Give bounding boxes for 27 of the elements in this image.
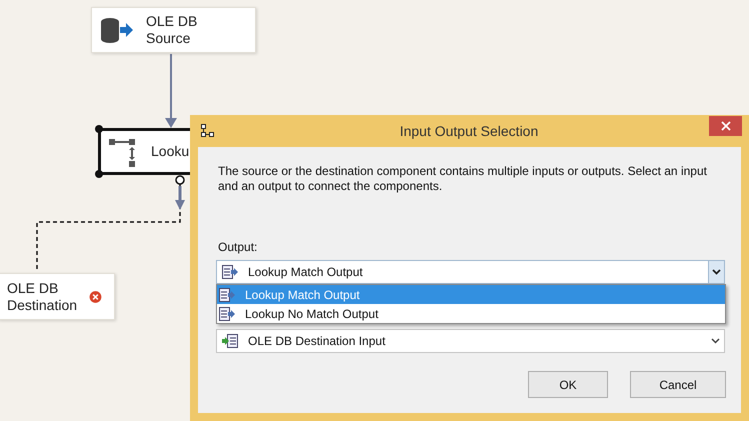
resize-handle[interactable] — [95, 125, 103, 133]
dialog-button[interactable]: OK — [528, 371, 608, 398]
dialog-button[interactable]: Cancel — [630, 371, 726, 398]
output-icon — [219, 306, 235, 320]
dialog-icon — [201, 124, 215, 138]
chevron-icon — [711, 338, 720, 344]
resize-handle[interactable] — [95, 170, 103, 178]
database-arrow-icon — [100, 17, 134, 43]
input-icon — [222, 334, 238, 348]
component-node[interactable]: OLE DB Source — [91, 7, 256, 53]
dialog-title: Input Output Selection — [398, 123, 540, 139]
close-button[interactable] — [709, 116, 742, 136]
chevron-icon — [712, 269, 721, 275]
output-label: Output: — [218, 240, 258, 254]
close-icon — [720, 121, 730, 131]
input-dropdown[interactable]: OLE DB Destination Input — [216, 329, 725, 353]
output-icon — [219, 288, 235, 302]
output-icon — [222, 265, 238, 279]
node-label: OLE DB Destination — [7, 280, 78, 314]
dropdown-option[interactable]: Lookup No Match Output — [217, 304, 725, 323]
output-dropdown[interactable]: Lookup Match Output — [216, 260, 725, 284]
input-value: OLE DB Destination Input — [248, 334, 386, 348]
node-label: Looku — [151, 143, 190, 160]
node-label: OLE DB Source — [146, 13, 198, 47]
dropdown-button[interactable] — [708, 261, 724, 283]
output-value: Lookup Match Output — [248, 265, 363, 279]
component-node[interactable]: OLE DB Destination — [0, 273, 115, 320]
